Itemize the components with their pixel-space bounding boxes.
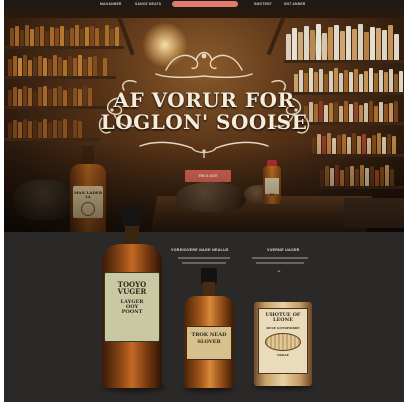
- shelf-bottles: [320, 164, 394, 186]
- product-tin[interactable]: UHOTUE OF LEONE RUSE GOTOHORRE VROAE: [254, 302, 312, 386]
- shelf-bottles: [10, 24, 119, 46]
- tin-label: UHOTUE OF LEONE RUSE GOTOHORRE VROAE: [258, 308, 308, 374]
- hero-bottle-label: MAN LADER LA: [73, 186, 103, 218]
- top-navigation: MAGANNER SANCE NEATS SMOTENT SNT ANNER: [4, 0, 404, 10]
- hero-section: MAN LADER LA M AF VORUR FOR LOGLON' SOOI…: [4, 10, 404, 232]
- nav-item-1[interactable]: MAGANNER: [100, 2, 122, 6]
- column-text-line: [256, 262, 304, 264]
- hero-title-line1: AF VORUR FOR: [113, 88, 295, 112]
- product-bottle-1[interactable]: TOOYO VUGER LAYGER OOY POONT: [100, 206, 164, 388]
- column-title-2: VORDIOVERE NAGE NEALUS: [171, 248, 229, 252]
- nav-active-pill[interactable]: [172, 1, 238, 7]
- chevron-down-icon[interactable]: ⌄: [276, 266, 282, 274]
- hero-title-line2: LOGLON' SOOISE: [100, 110, 308, 134]
- shelf-bottles: [312, 132, 396, 154]
- column-title-3: VUERNE UAOER: [267, 248, 300, 252]
- nav-item-2[interactable]: SANCE NEATS: [135, 2, 161, 6]
- nav-item-3[interactable]: SMOTENT: [254, 2, 272, 6]
- column-text-line: [178, 257, 230, 259]
- product-bottle-2-label: TROK NEAD SLOVER: [186, 326, 232, 360]
- hero-small-bottle-label: M: [265, 178, 279, 197]
- nav-item-4[interactable]: SNT ANNER: [284, 2, 305, 6]
- cta-button[interactable]: ERO A VATE: [185, 170, 231, 182]
- product-bottle-2[interactable]: TROK NEAD SLOVER: [184, 268, 234, 388]
- landing-page: MAGANNER SANCE NEATS SMOTENT SNT ANNER M…: [4, 0, 404, 402]
- products-section: VORDIOVERE NAGE NEALUS VUERNE UAOER ⌄ TO…: [4, 206, 404, 402]
- column-text-line: [252, 257, 308, 259]
- product-bottle-1-label: TOOYO VUGER LAYGER OOY POONT: [104, 272, 160, 342]
- hero-bottle-label-line2: LA: [85, 195, 91, 200]
- shelf-bottles: [8, 54, 107, 76]
- column-text-line: [182, 262, 226, 264]
- hero-small-bottle: M: [260, 160, 284, 204]
